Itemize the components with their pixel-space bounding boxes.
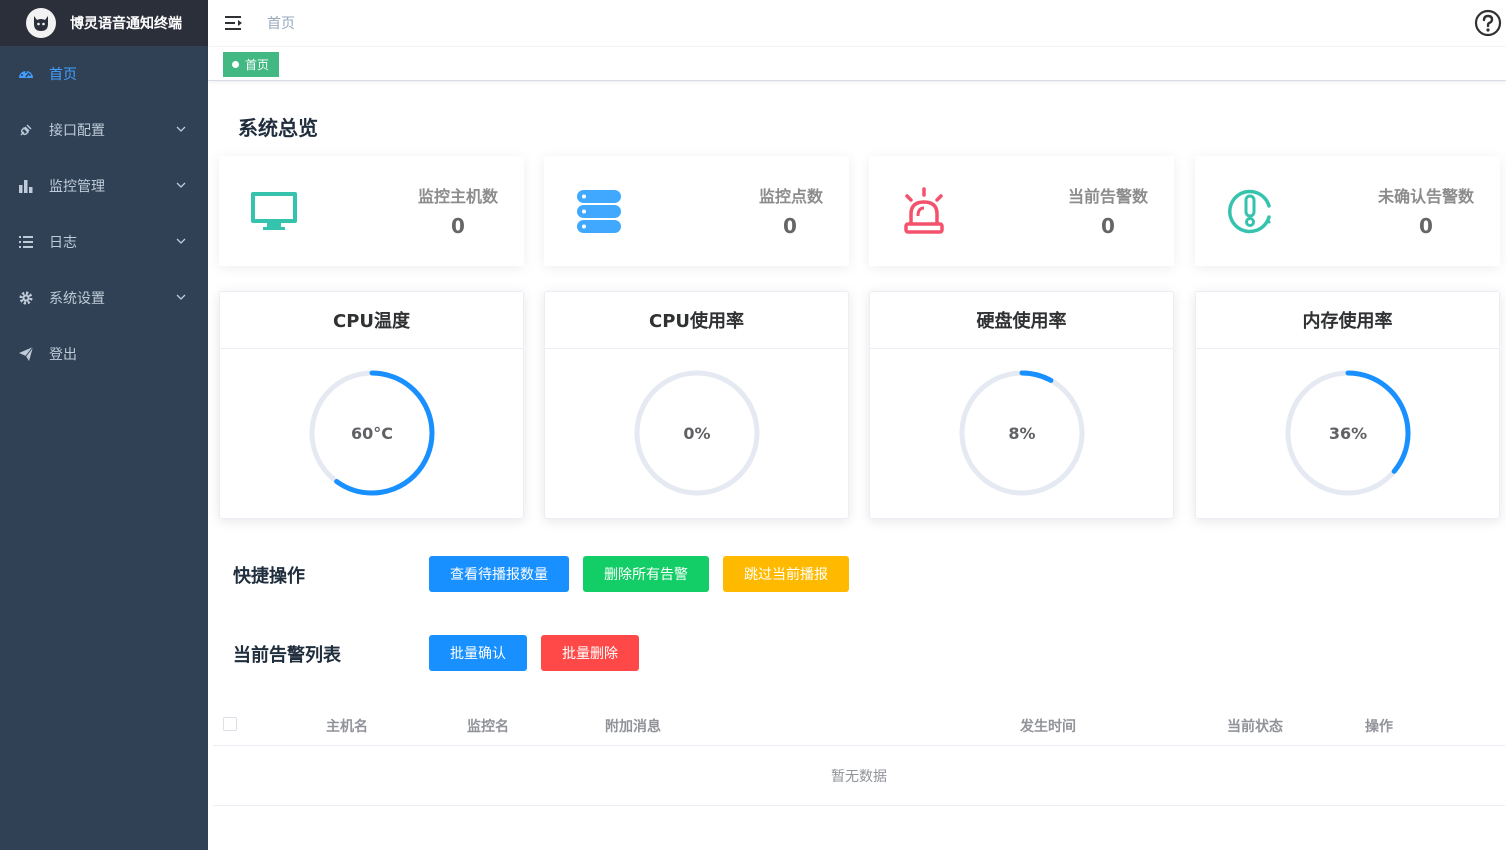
plug-icon (18, 122, 34, 138)
stat-value: 0 (1101, 214, 1115, 238)
sidebar-item-home[interactable]: 首页 (0, 46, 208, 102)
sidebar-item-label: 系统设置 (49, 291, 105, 307)
chevron-down-icon (176, 126, 186, 132)
sidebar-item-log[interactable]: 日志 (0, 214, 208, 270)
navbar: 首页 (208, 0, 1506, 46)
sidebar-item-label: 接口配置 (49, 123, 105, 139)
alarm-siren-icon (904, 187, 944, 234)
stat-label: 未确认告警数 (1377, 187, 1474, 206)
column-header-hostname[interactable]: 主机名 (326, 716, 368, 736)
stat-card-hosts[interactable]: 监控主机数 0 (219, 156, 524, 266)
gauge-card-disk-usage: 硬盘使用率 8% (869, 291, 1174, 519)
sidebar: 博灵语音通知终端 首页 接口配置 监控管理 日志 系统设置 登出 (0, 0, 208, 850)
breadcrumb[interactable]: 首页 (267, 13, 295, 33)
alarm-list-title: 当前告警列表 (233, 645, 341, 666)
brand-title: 博灵语音通知终端 (70, 16, 182, 32)
bar-chart-icon (18, 178, 34, 194)
tags-view: 首页 (208, 47, 1506, 81)
gauge-value: 8% (1008, 423, 1036, 443)
sidebar-item-label: 首页 (49, 67, 77, 83)
alarm-table: 主机名 监控名 附加消息 发生时间 当前状态 操作 暂无数据 (213, 702, 1505, 806)
list-icon (18, 234, 34, 250)
stat-card-current-alarms[interactable]: 当前告警数 0 (869, 156, 1174, 266)
stat-value: 0 (783, 214, 797, 238)
column-header-extra-message[interactable]: 附加消息 (605, 716, 661, 736)
gauge-card-memory-usage: 内存使用率 36% (1195, 291, 1500, 519)
sidebar-item-monitor-management[interactable]: 监控管理 (0, 158, 208, 214)
cat-logo-icon (26, 8, 56, 38)
sidebar-item-label: 登出 (49, 347, 77, 363)
stat-value: 0 (451, 214, 465, 238)
batch-confirm-button[interactable]: 批量确认 (429, 635, 527, 671)
delete-all-alarms-button[interactable]: 删除所有告警 (583, 556, 709, 592)
stat-label: 当前告警数 (1067, 187, 1148, 206)
paper-plane-icon (18, 346, 34, 362)
batch-delete-button[interactable]: 批量删除 (541, 635, 639, 671)
gauge-card-cpu-usage: CPU使用率 0% (544, 291, 849, 519)
chevron-down-icon (176, 238, 186, 244)
gauge-value: 60°C (350, 423, 393, 443)
server-stack-icon (577, 190, 621, 233)
column-header-occurred-time[interactable]: 发生时间 (1020, 716, 1076, 736)
help-icon[interactable] (1474, 9, 1502, 37)
table-header: 主机名 监控名 附加消息 发生时间 当前状态 操作 (213, 702, 1505, 746)
quick-actions-title: 快捷操作 (233, 566, 305, 587)
column-header-monitor-name[interactable]: 监控名 (467, 716, 509, 736)
sidebar-item-label: 监控管理 (49, 179, 105, 195)
exclamation-circle-icon (1228, 189, 1271, 234)
column-header-actions: 操作 (1365, 719, 1393, 735)
gauge-title: CPU使用率 (545, 292, 848, 349)
gear-icon (18, 290, 34, 306)
overview-title: 系统总览 (238, 116, 318, 140)
stat-value: 0 (1419, 214, 1433, 238)
hamburger-menu-icon[interactable] (225, 15, 243, 31)
monitor-icon (251, 192, 297, 230)
gauge-value: 36% (1328, 423, 1368, 443)
select-all-checkbox[interactable] (223, 717, 237, 731)
brand[interactable]: 博灵语音通知终端 (0, 0, 208, 46)
dashboard-icon (18, 66, 34, 82)
sidebar-menu: 首页 接口配置 监控管理 日志 系统设置 登出 (0, 46, 208, 382)
tag-active-dot (232, 61, 239, 68)
stat-card-unconfirmed-alarms[interactable]: 未确认告警数 0 (1195, 156, 1500, 266)
table-empty-state: 暂无数据 (213, 746, 1505, 806)
stat-label: 监控主机数 (417, 187, 498, 206)
tag-label: 首页 (245, 58, 270, 72)
skip-current-broadcast-button[interactable]: 跳过当前播报 (723, 556, 849, 592)
gauge-card-cpu-temperature: CPU温度 60°C (219, 291, 524, 519)
sidebar-item-logout[interactable]: 登出 (0, 326, 208, 382)
sidebar-item-system-settings[interactable]: 系统设置 (0, 270, 208, 326)
column-header-current-status[interactable]: 当前状态 (1227, 716, 1283, 736)
stat-card-monitor-points[interactable]: 监控点数 0 (544, 156, 849, 266)
gauge-title: 硬盘使用率 (870, 292, 1173, 349)
sidebar-item-label: 日志 (49, 235, 77, 251)
stat-label: 监控点数 (758, 187, 823, 206)
gauge-title: 内存使用率 (1196, 292, 1499, 349)
chevron-down-icon (176, 182, 186, 188)
chevron-down-icon (176, 294, 186, 300)
gauge-title: CPU温度 (220, 292, 523, 349)
main-content: 系统总览 监控主机数 0 监控点数 0 当前告警数 0 未确认告警数 0 CPU… (208, 82, 1506, 850)
view-pending-broadcast-button[interactable]: 查看待播报数量 (429, 556, 569, 592)
sidebar-item-interface-config[interactable]: 接口配置 (0, 102, 208, 158)
gauge-value: 0% (683, 423, 711, 443)
tag-home[interactable]: 首页 (223, 52, 280, 77)
